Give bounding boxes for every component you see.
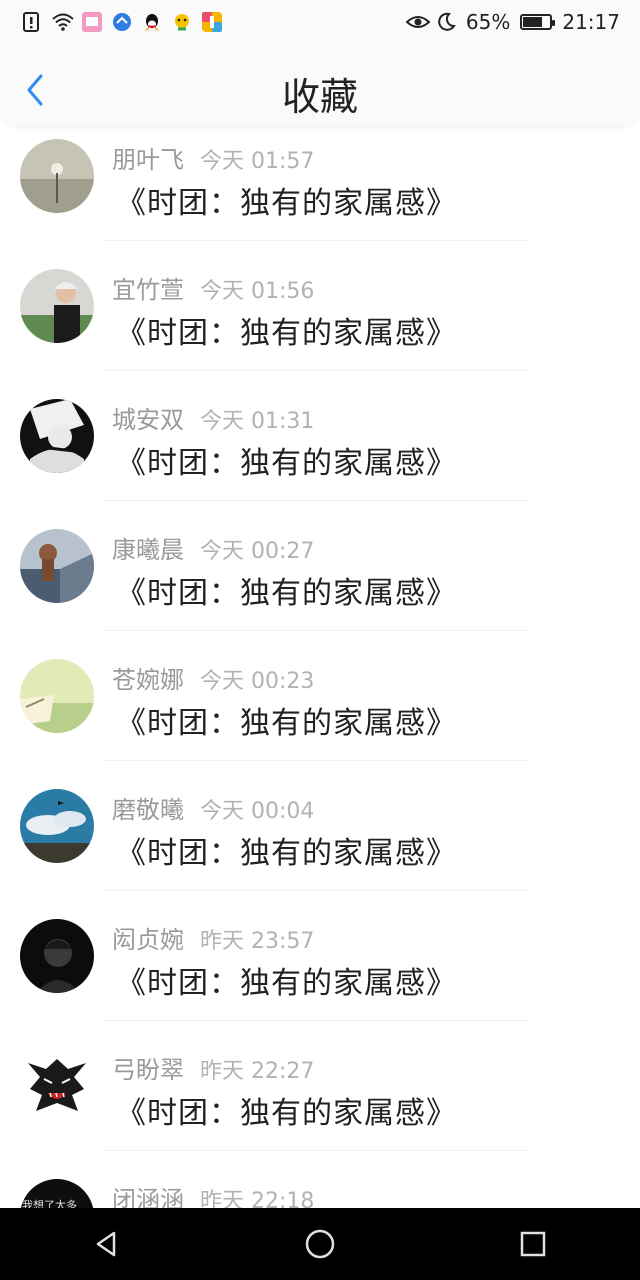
timestamp: 昨天 22:18 xyxy=(200,1189,315,1208)
list-item[interactable]: 弓盼翠 昨天 22:27 《时团：独有的家属感》 xyxy=(0,1036,640,1166)
clock: 21:17 xyxy=(562,10,620,34)
sender-name: 城安双 xyxy=(112,406,184,434)
avatar-caption: 我想了太多 xyxy=(22,1199,77,1208)
divider xyxy=(105,500,530,501)
item-title: 《时团：独有的家属感》 xyxy=(116,836,457,871)
chat-icon xyxy=(172,12,192,32)
timestamp: 今天 01:56 xyxy=(200,279,315,304)
timestamp: 今天 00:27 xyxy=(200,539,315,564)
app-icon-blue xyxy=(112,12,132,32)
item-title: 《时团：独有的家属感》 xyxy=(116,1096,457,1131)
list-item[interactable]: 城安双 今天 01:31 《时团：独有的家属感》 xyxy=(0,386,640,516)
divider xyxy=(105,760,530,761)
nav-recents-button[interactable] xyxy=(505,1216,561,1272)
item-title: 《时团：独有的家属感》 xyxy=(116,316,457,351)
list-item[interactable]: 宜竹萱 今天 01:56 《时团：独有的家属感》 xyxy=(0,256,640,386)
status-bar: 65% 21:17 xyxy=(0,0,640,44)
battery-icon xyxy=(520,14,556,30)
list-item[interactable]: 康曦晨 今天 00:27 《时团：独有的家属感》 xyxy=(0,516,640,646)
divider xyxy=(105,240,530,241)
battery-percent: 65% xyxy=(465,10,511,34)
item-title: 《时团：独有的家属感》 xyxy=(116,966,457,1001)
sender-name: 弓盼翠 xyxy=(112,1056,184,1084)
timestamp: 昨天 23:57 xyxy=(200,929,315,954)
timestamp: 今天 01:57 xyxy=(200,149,315,174)
timestamp: 今天 00:04 xyxy=(200,799,315,824)
back-triangle-icon xyxy=(96,1231,115,1257)
recents-square-icon xyxy=(521,1231,546,1257)
qq-icon xyxy=(142,12,162,32)
avatar[interactable] xyxy=(20,919,94,993)
list-item[interactable]: 苍婉娜 今天 00:23 《时团：独有的家属感》 xyxy=(0,646,640,776)
sender-name: 宜竹萱 xyxy=(112,276,184,304)
avatar[interactable]: 我想了太多 xyxy=(20,1179,94,1208)
avatar[interactable] xyxy=(20,399,94,473)
favorites-list: 朋叶飞 今天 01:57 《时团：独有的家属感》 宜竹萱 今天 01:56 《时… xyxy=(0,126,640,1208)
item-title: 《时团：独有的家属感》 xyxy=(116,446,457,481)
list-item[interactable]: 朋叶飞 今天 01:57 《时团：独有的家属感》 xyxy=(0,126,640,256)
alert-icon xyxy=(22,12,42,32)
app-header: 收藏 xyxy=(0,44,640,126)
avatar[interactable] xyxy=(20,1049,94,1123)
status-bar-system: 65% 21:17 xyxy=(405,10,620,34)
status-bar-notifications xyxy=(22,12,222,32)
home-circle-icon xyxy=(305,1229,335,1259)
avatar[interactable] xyxy=(20,529,94,603)
timestamp: 今天 00:23 xyxy=(200,669,315,694)
system-nav-bar xyxy=(0,1208,640,1280)
item-title: 《时团：独有的家属感》 xyxy=(116,576,457,611)
sender-name: 康曦晨 xyxy=(112,536,184,564)
avatar[interactable] xyxy=(20,269,94,343)
timestamp: 昨天 22:27 xyxy=(200,1059,315,1084)
sender-name: 苍婉娜 xyxy=(112,666,184,694)
divider xyxy=(105,630,530,631)
divider xyxy=(105,370,530,371)
page-title: 收藏 xyxy=(281,75,358,119)
avatar[interactable] xyxy=(20,139,94,213)
list-item[interactable]: 我想了太多 闭涵涵 昨天 22:18 xyxy=(0,1166,640,1208)
avatar[interactable] xyxy=(20,659,94,733)
item-title: 《时团：独有的家属感》 xyxy=(116,706,457,741)
sender-name: 闳贞婉 xyxy=(112,926,184,954)
item-title: 《时团：独有的家属感》 xyxy=(116,186,457,221)
timestamp: 今天 01:31 xyxy=(200,409,315,434)
list-item[interactable]: 磨敬曦 今天 00:04 《时团：独有的家属感》 xyxy=(0,776,640,906)
eye-icon xyxy=(405,12,431,32)
app-icon-pink xyxy=(82,12,102,32)
app-icon-rainbow xyxy=(202,12,222,32)
avatar[interactable] xyxy=(20,789,94,863)
list-item[interactable]: 闳贞婉 昨天 23:57 《时团：独有的家属感》 xyxy=(0,906,640,1036)
wifi-icon xyxy=(52,12,74,32)
sender-name: 磨敬曦 xyxy=(112,796,184,824)
divider xyxy=(105,1150,530,1151)
sender-name: 朋叶飞 xyxy=(112,146,184,174)
divider xyxy=(105,1020,530,1021)
moon-icon xyxy=(436,12,456,32)
nav-home-button[interactable] xyxy=(292,1216,348,1272)
sender-name: 闭涵涵 xyxy=(112,1186,184,1208)
divider xyxy=(105,890,530,891)
nav-back-button[interactable] xyxy=(79,1216,135,1272)
